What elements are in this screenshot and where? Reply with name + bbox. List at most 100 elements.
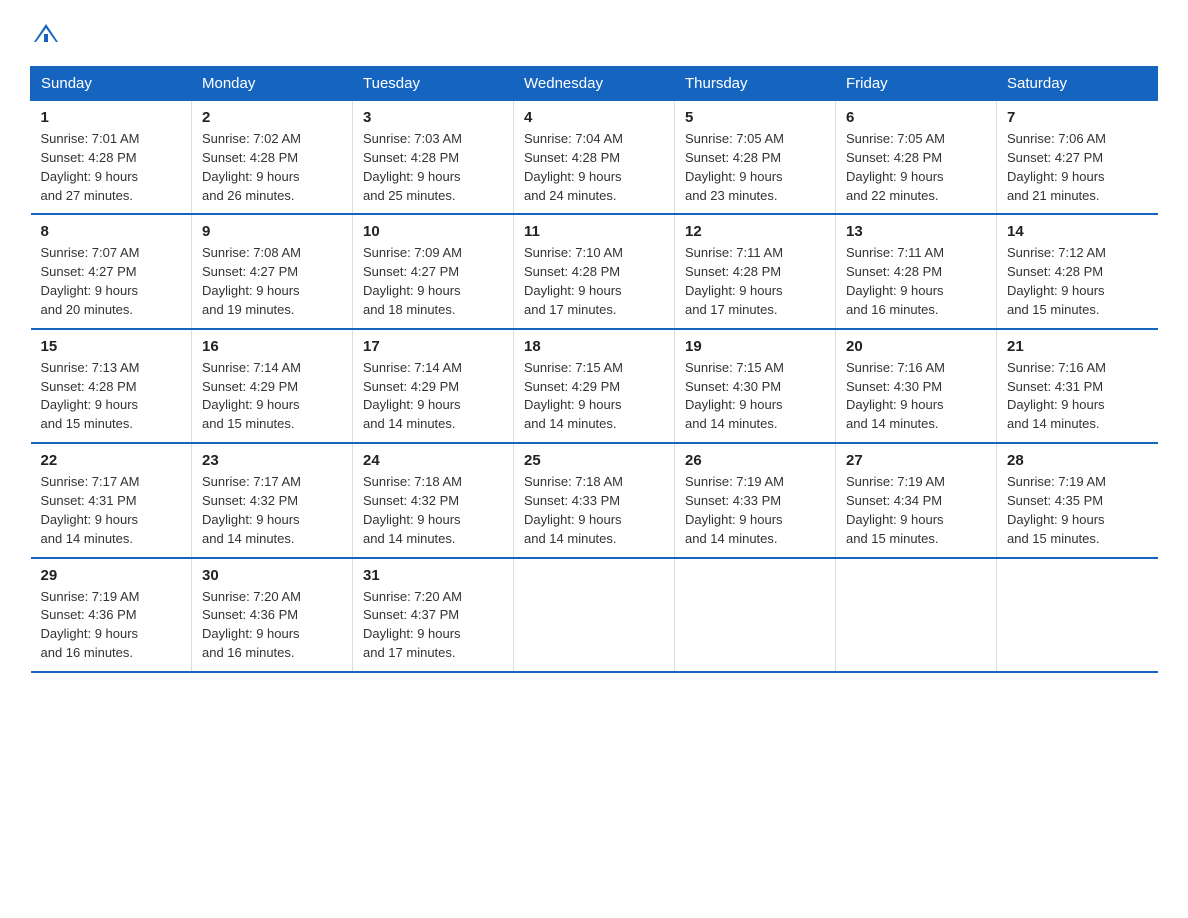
day-number: 11 [524, 223, 664, 240]
weekday-header-monday: Monday [192, 67, 353, 101]
calendar-cell: 9 Sunrise: 7:08 AM Sunset: 4:27 PM Dayli… [192, 214, 353, 328]
weekday-header-wednesday: Wednesday [514, 67, 675, 101]
day-number: 13 [846, 223, 986, 240]
day-info: Sunrise: 7:14 AM Sunset: 4:29 PM Dayligh… [363, 359, 503, 434]
day-info: Sunrise: 7:17 AM Sunset: 4:32 PM Dayligh… [202, 473, 342, 548]
weekday-header-friday: Friday [836, 67, 997, 101]
day-number: 2 [202, 109, 342, 126]
calendar-cell: 31 Sunrise: 7:20 AM Sunset: 4:37 PM Dayl… [353, 558, 514, 672]
calendar-cell: 30 Sunrise: 7:20 AM Sunset: 4:36 PM Dayl… [192, 558, 353, 672]
day-number: 18 [524, 338, 664, 355]
day-info: Sunrise: 7:18 AM Sunset: 4:32 PM Dayligh… [363, 473, 503, 548]
day-info: Sunrise: 7:11 AM Sunset: 4:28 PM Dayligh… [685, 244, 825, 319]
day-number: 7 [1007, 109, 1148, 126]
calendar-cell [675, 558, 836, 672]
weekday-header-saturday: Saturday [997, 67, 1158, 101]
day-number: 30 [202, 567, 342, 584]
calendar-cell: 26 Sunrise: 7:19 AM Sunset: 4:33 PM Dayl… [675, 443, 836, 557]
day-number: 14 [1007, 223, 1148, 240]
calendar-cell: 1 Sunrise: 7:01 AM Sunset: 4:28 PM Dayli… [31, 101, 192, 215]
calendar-cell: 18 Sunrise: 7:15 AM Sunset: 4:29 PM Dayl… [514, 329, 675, 443]
calendar-cell: 25 Sunrise: 7:18 AM Sunset: 4:33 PM Dayl… [514, 443, 675, 557]
calendar-cell: 14 Sunrise: 7:12 AM Sunset: 4:28 PM Dayl… [997, 214, 1158, 328]
calendar-cell: 6 Sunrise: 7:05 AM Sunset: 4:28 PM Dayli… [836, 101, 997, 215]
day-info: Sunrise: 7:16 AM Sunset: 4:30 PM Dayligh… [846, 359, 986, 434]
weekday-header-tuesday: Tuesday [353, 67, 514, 101]
calendar-cell [836, 558, 997, 672]
calendar-cell: 29 Sunrise: 7:19 AM Sunset: 4:36 PM Dayl… [31, 558, 192, 672]
calendar-cell: 12 Sunrise: 7:11 AM Sunset: 4:28 PM Dayl… [675, 214, 836, 328]
logo [30, 20, 62, 48]
calendar-cell: 19 Sunrise: 7:15 AM Sunset: 4:30 PM Dayl… [675, 329, 836, 443]
day-info: Sunrise: 7:03 AM Sunset: 4:28 PM Dayligh… [363, 130, 503, 205]
day-info: Sunrise: 7:19 AM Sunset: 4:33 PM Dayligh… [685, 473, 825, 548]
calendar-body: 1 Sunrise: 7:01 AM Sunset: 4:28 PM Dayli… [31, 101, 1158, 672]
day-number: 21 [1007, 338, 1148, 355]
day-number: 1 [41, 109, 182, 126]
day-number: 28 [1007, 452, 1148, 469]
day-number: 15 [41, 338, 182, 355]
calendar-header: SundayMondayTuesdayWednesdayThursdayFrid… [31, 67, 1158, 101]
day-number: 3 [363, 109, 503, 126]
calendar-cell: 5 Sunrise: 7:05 AM Sunset: 4:28 PM Dayli… [675, 101, 836, 215]
day-number: 23 [202, 452, 342, 469]
day-number: 20 [846, 338, 986, 355]
day-info: Sunrise: 7:15 AM Sunset: 4:30 PM Dayligh… [685, 359, 825, 434]
day-info: Sunrise: 7:17 AM Sunset: 4:31 PM Dayligh… [41, 473, 182, 548]
day-info: Sunrise: 7:19 AM Sunset: 4:35 PM Dayligh… [1007, 473, 1148, 548]
calendar-cell: 20 Sunrise: 7:16 AM Sunset: 4:30 PM Dayl… [836, 329, 997, 443]
calendar-cell: 7 Sunrise: 7:06 AM Sunset: 4:27 PM Dayli… [997, 101, 1158, 215]
day-number: 17 [363, 338, 503, 355]
day-number: 26 [685, 452, 825, 469]
day-info: Sunrise: 7:16 AM Sunset: 4:31 PM Dayligh… [1007, 359, 1148, 434]
calendar-cell: 3 Sunrise: 7:03 AM Sunset: 4:28 PM Dayli… [353, 101, 514, 215]
day-info: Sunrise: 7:13 AM Sunset: 4:28 PM Dayligh… [41, 359, 182, 434]
calendar-week-row: 22 Sunrise: 7:17 AM Sunset: 4:31 PM Dayl… [31, 443, 1158, 557]
day-info: Sunrise: 7:07 AM Sunset: 4:27 PM Dayligh… [41, 244, 182, 319]
day-info: Sunrise: 7:12 AM Sunset: 4:28 PM Dayligh… [1007, 244, 1148, 319]
day-info: Sunrise: 7:05 AM Sunset: 4:28 PM Dayligh… [685, 130, 825, 205]
calendar-cell: 17 Sunrise: 7:14 AM Sunset: 4:29 PM Dayl… [353, 329, 514, 443]
calendar-week-row: 29 Sunrise: 7:19 AM Sunset: 4:36 PM Dayl… [31, 558, 1158, 672]
calendar-cell: 15 Sunrise: 7:13 AM Sunset: 4:28 PM Dayl… [31, 329, 192, 443]
day-number: 24 [363, 452, 503, 469]
calendar-week-row: 15 Sunrise: 7:13 AM Sunset: 4:28 PM Dayl… [31, 329, 1158, 443]
day-info: Sunrise: 7:01 AM Sunset: 4:28 PM Dayligh… [41, 130, 182, 205]
day-number: 9 [202, 223, 342, 240]
day-info: Sunrise: 7:14 AM Sunset: 4:29 PM Dayligh… [202, 359, 342, 434]
calendar-table: SundayMondayTuesdayWednesdayThursdayFrid… [30, 66, 1158, 673]
day-info: Sunrise: 7:18 AM Sunset: 4:33 PM Dayligh… [524, 473, 664, 548]
logo-icon [32, 20, 60, 48]
day-info: Sunrise: 7:02 AM Sunset: 4:28 PM Dayligh… [202, 130, 342, 205]
day-number: 19 [685, 338, 825, 355]
calendar-cell: 22 Sunrise: 7:17 AM Sunset: 4:31 PM Dayl… [31, 443, 192, 557]
day-number: 5 [685, 109, 825, 126]
calendar-cell: 8 Sunrise: 7:07 AM Sunset: 4:27 PM Dayli… [31, 214, 192, 328]
day-number: 12 [685, 223, 825, 240]
day-info: Sunrise: 7:19 AM Sunset: 4:36 PM Dayligh… [41, 588, 182, 663]
day-number: 8 [41, 223, 182, 240]
calendar-cell: 11 Sunrise: 7:10 AM Sunset: 4:28 PM Dayl… [514, 214, 675, 328]
calendar-cell: 28 Sunrise: 7:19 AM Sunset: 4:35 PM Dayl… [997, 443, 1158, 557]
day-number: 25 [524, 452, 664, 469]
day-info: Sunrise: 7:09 AM Sunset: 4:27 PM Dayligh… [363, 244, 503, 319]
day-info: Sunrise: 7:11 AM Sunset: 4:28 PM Dayligh… [846, 244, 986, 319]
calendar-cell: 16 Sunrise: 7:14 AM Sunset: 4:29 PM Dayl… [192, 329, 353, 443]
calendar-week-row: 8 Sunrise: 7:07 AM Sunset: 4:27 PM Dayli… [31, 214, 1158, 328]
day-number: 16 [202, 338, 342, 355]
calendar-cell: 2 Sunrise: 7:02 AM Sunset: 4:28 PM Dayli… [192, 101, 353, 215]
weekday-header-sunday: Sunday [31, 67, 192, 101]
calendar-cell [997, 558, 1158, 672]
calendar-cell [514, 558, 675, 672]
day-info: Sunrise: 7:06 AM Sunset: 4:27 PM Dayligh… [1007, 130, 1148, 205]
calendar-cell: 10 Sunrise: 7:09 AM Sunset: 4:27 PM Dayl… [353, 214, 514, 328]
weekday-header-thursday: Thursday [675, 67, 836, 101]
calendar-cell: 21 Sunrise: 7:16 AM Sunset: 4:31 PM Dayl… [997, 329, 1158, 443]
calendar-cell: 4 Sunrise: 7:04 AM Sunset: 4:28 PM Dayli… [514, 101, 675, 215]
day-number: 10 [363, 223, 503, 240]
day-number: 29 [41, 567, 182, 584]
day-info: Sunrise: 7:19 AM Sunset: 4:34 PM Dayligh… [846, 473, 986, 548]
calendar-cell: 27 Sunrise: 7:19 AM Sunset: 4:34 PM Dayl… [836, 443, 997, 557]
day-number: 4 [524, 109, 664, 126]
weekday-header-row: SundayMondayTuesdayWednesdayThursdayFrid… [31, 67, 1158, 101]
